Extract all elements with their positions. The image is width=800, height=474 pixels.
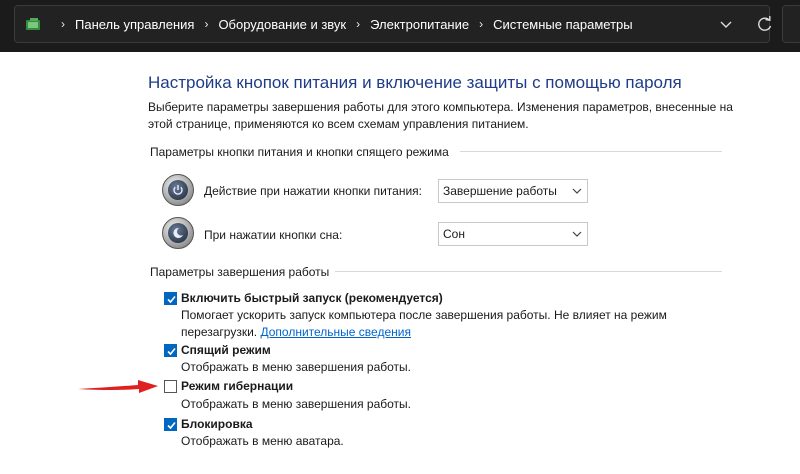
sleep-checkbox[interactable] [164,344,177,357]
fast-startup-description: Помогает ускорить запуск компьютера посл… [181,307,681,341]
chevron-down-icon[interactable] [715,14,737,34]
control-panel-icon [26,18,40,30]
group-divider [335,271,722,272]
power-button-action-label: Действие при нажатии кнопки питания: [204,184,423,198]
sleep-button-action-label: При нажатии кнопки сна: [204,228,343,242]
chevron-down-icon [572,231,582,237]
lock-description: Отображать в меню аватара. [181,434,344,448]
fast-startup-checkbox[interactable] [164,292,177,305]
fast-startup-label[interactable]: Включить быстрый запуск (рекомендуется) [181,291,443,305]
breadcrumb-item-hardware-sound[interactable]: Оборудование и звук [218,17,346,32]
page-description: Выберите параметры завершения работы для… [148,100,733,131]
breadcrumb-item-system-settings[interactable]: Системные параметры [493,17,632,32]
breadcrumb: › Панель управления › Оборудование и зву… [51,6,633,42]
sleep-button-icon [162,217,194,249]
lock-label[interactable]: Блокировка [181,417,253,431]
breadcrumb-item-power-options[interactable]: Электропитание [370,17,469,32]
sleep-button-action-value: Сон [443,227,465,241]
hibernate-label[interactable]: Режим гибернации [181,379,293,393]
search-box[interactable] [782,5,800,43]
sleep-description: Отображать в меню завершения работы. [181,360,412,374]
page-title: Настройка кнопок питания и включение защ… [148,73,682,92]
group-title-shutdown-settings: Параметры завершения работы [150,265,330,279]
hibernate-checkbox[interactable] [164,380,177,393]
refresh-icon[interactable] [753,13,777,35]
breadcrumb-separator: › [61,17,65,31]
breadcrumb-separator[interactable]: › [356,17,360,31]
group-divider [460,151,722,152]
main-content: Настройка кнопок питания и включение защ… [0,52,800,474]
address-bar-area: › Панель управления › Оборудование и зву… [0,0,800,52]
red-arrow-icon [78,380,158,393]
fast-startup-desc-text: Помогает ускорить запуск компьютера посл… [181,308,667,339]
group-title-power-buttons: Параметры кнопки питания и кнопки спящег… [150,145,449,159]
power-button-action-value: Завершение работы [443,184,557,198]
sleep-button-action-select[interactable]: Сон [438,222,588,246]
chevron-down-icon [572,188,582,194]
address-bar[interactable]: › Панель управления › Оборудование и зву… [14,5,772,43]
power-button-action-select[interactable]: Завершение работы [438,179,588,203]
hibernate-description: Отображать в меню завершения работы. [181,397,412,411]
breadcrumb-separator[interactable]: › [204,17,208,31]
more-info-link[interactable]: Дополнительные сведения [260,325,410,339]
sleep-label[interactable]: Спящий режим [181,343,271,357]
breadcrumb-item-control-panel[interactable]: Панель управления [75,17,194,32]
power-button-icon [162,174,194,206]
breadcrumb-separator[interactable]: › [479,17,483,31]
lock-checkbox[interactable] [164,418,177,431]
